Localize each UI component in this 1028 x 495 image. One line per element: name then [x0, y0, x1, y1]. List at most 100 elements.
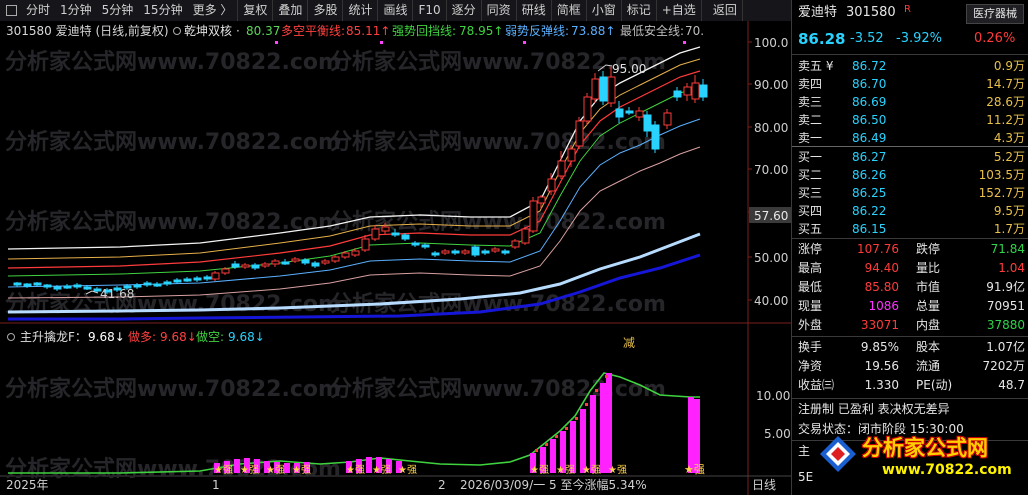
candle-body[interactable] [411, 242, 420, 246]
candle-body[interactable] [441, 250, 450, 254]
candle-body[interactable] [537, 196, 546, 204]
toolbar-item-14[interactable]: 简框 [552, 0, 587, 21]
candle-body[interactable] [261, 263, 270, 267]
sell-row[interactable]: 卖四 86.70 14.7万 [792, 75, 1028, 93]
toolbar-item-10[interactable]: F10 [413, 0, 447, 21]
toolbar-item-18[interactable]: 返回 [708, 0, 743, 21]
candle-body[interactable] [635, 110, 644, 118]
toolbar-item-1[interactable]: 1分钟 [55, 0, 97, 21]
candle-body[interactable] [391, 232, 400, 236]
candle-body[interactable] [83, 286, 92, 290]
candle-body[interactable] [341, 252, 350, 258]
candle-body[interactable] [481, 250, 490, 254]
candle-body[interactable] [557, 160, 566, 177]
toolbar-item-12[interactable]: 同资 [482, 0, 517, 21]
toolbar-item-13[interactable]: 研线 [517, 0, 552, 21]
kline-chart[interactable]: 分析家公式网www.70822.com分析家公式网www.70822.com分析… [0, 21, 791, 495]
toolbar-item-0[interactable]: 分时 [21, 0, 55, 21]
toolbar-item-17[interactable]: +自选 [657, 0, 702, 21]
candle-body[interactable] [421, 244, 430, 248]
candle-body[interactable] [203, 276, 212, 280]
toolbar-item-3[interactable]: 15分钟 [138, 0, 187, 21]
buy-row[interactable]: 买三 86.25 152.7万 [792, 184, 1028, 202]
toolbar-item-15[interactable]: 小窗 [587, 0, 622, 21]
candle-body[interactable] [625, 110, 634, 114]
buy-row[interactable]: 买五 86.15 1.7万 [792, 220, 1028, 238]
candle-body[interactable] [291, 258, 300, 262]
candle-body[interactable] [73, 284, 82, 288]
candle-body[interactable] [471, 246, 480, 256]
candle-body[interactable] [271, 260, 280, 265]
buy-row[interactable]: 买四 86.22 9.5万 [792, 202, 1028, 220]
industry-badge[interactable]: 医疗器械 [966, 4, 1024, 24]
candle-body[interactable] [231, 263, 240, 268]
candle-body[interactable] [133, 284, 142, 288]
candle-body[interactable] [43, 284, 52, 288]
candle-body[interactable] [13, 282, 22, 286]
toolbar-item-11[interactable]: 逐分 [447, 0, 482, 21]
candle-body[interactable] [643, 114, 652, 132]
window-toggle-icon[interactable] [6, 5, 17, 16]
sell-row[interactable]: 卖五 ¥ 86.72 0.9万 [792, 57, 1028, 75]
candle-body[interactable] [431, 252, 440, 256]
candle-body[interactable] [401, 234, 410, 240]
toolbar-item-16[interactable]: 标记 [622, 0, 657, 21]
candle-body[interactable] [547, 178, 556, 192]
candle-body[interactable] [591, 78, 600, 100]
candle-body[interactable] [575, 120, 584, 147]
sell-row[interactable]: 卖二 86.50 11.2万 [792, 111, 1028, 129]
candle-body[interactable] [491, 248, 500, 252]
candle-body[interactable] [699, 84, 708, 98]
candle-body[interactable] [143, 282, 152, 286]
candle-body[interactable] [193, 277, 202, 281]
buy-row[interactable]: 买一 86.27 5.2万 [792, 148, 1028, 166]
candle-body[interactable] [23, 283, 32, 287]
candle-body[interactable] [301, 259, 310, 264]
toolbar-item-7[interactable]: 多股 [308, 0, 344, 21]
candle-body[interactable] [63, 285, 72, 289]
toolbar-item-6[interactable]: 叠加 [273, 0, 309, 21]
candle-body[interactable] [651, 124, 660, 150]
candle-body[interactable] [673, 90, 682, 98]
candle-body[interactable] [281, 261, 290, 265]
toolbar-item-9[interactable]: 画线 [378, 0, 414, 21]
candle-body[interactable] [461, 250, 470, 254]
candle-body[interactable] [183, 278, 192, 282]
toolbar-item-2[interactable]: 5分钟 [97, 0, 139, 21]
candle-body[interactable] [501, 250, 510, 254]
candle-body[interactable] [663, 112, 672, 126]
candle-body[interactable] [381, 226, 390, 232]
candle-body[interactable] [211, 272, 220, 280]
candle-body[interactable] [163, 281, 172, 285]
candle-body[interactable] [567, 148, 576, 162]
candle-body[interactable] [321, 260, 330, 264]
candle-body[interactable] [311, 262, 320, 267]
candle-body[interactable] [331, 256, 340, 262]
candle-body[interactable] [615, 108, 624, 118]
candle-body[interactable] [351, 250, 360, 256]
candle-body[interactable] [607, 76, 616, 104]
toolbar-item-4[interactable]: 更多 〉 [188, 0, 239, 21]
candle-body[interactable] [251, 264, 260, 269]
candle-body[interactable] [53, 286, 62, 290]
candle-body[interactable] [511, 240, 520, 248]
candle-body[interactable] [33, 282, 42, 286]
candle-body[interactable] [371, 228, 380, 240]
candle-body[interactable] [529, 200, 538, 232]
candle-body[interactable] [521, 228, 530, 244]
toolbar-item-5[interactable]: 复权 [238, 0, 274, 21]
buy-row[interactable]: 买二 86.26 103.5万 [792, 166, 1028, 184]
candle-body[interactable] [599, 76, 608, 102]
candle-body[interactable] [241, 264, 250, 268]
candle-body[interactable] [683, 86, 692, 96]
candle-body[interactable] [221, 268, 230, 274]
candle-body[interactable] [691, 82, 700, 100]
candle-body[interactable] [361, 238, 370, 251]
candle-body[interactable] [451, 250, 460, 254]
sell-row[interactable]: 卖三 86.69 28.6万 [792, 93, 1028, 111]
candle-body[interactable] [153, 283, 162, 287]
sell-row[interactable]: 卖一 86.49 4.3万 [792, 129, 1028, 147]
candle-body[interactable] [173, 279, 182, 283]
toolbar-item-8[interactable]: 统计 [343, 0, 379, 21]
candle-body[interactable] [583, 96, 592, 122]
